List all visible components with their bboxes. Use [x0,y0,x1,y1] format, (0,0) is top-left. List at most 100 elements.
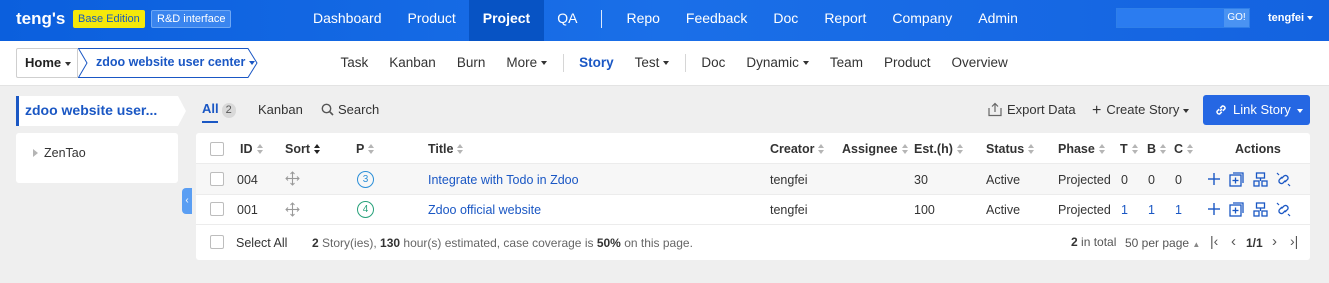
col-t-label: T [1120,142,1128,156]
caret-down-icon [65,61,72,66]
tab-test[interactable]: Test [624,41,680,85]
nav-report[interactable]: Report [811,0,879,41]
row-checkbox[interactable] [210,202,224,216]
row-status: Active [986,203,1021,217]
story-title-link[interactable]: Zdoo official website [428,203,541,217]
row-checkbox[interactable] [210,172,224,186]
unlink-icon[interactable] [1276,172,1291,190]
col-header-phase[interactable]: Phase [1058,142,1106,156]
col-status-label: Status [986,142,1025,156]
create-story-button[interactable]: + Create Story [1092,102,1190,120]
create-task-icon[interactable] [1207,172,1221,189]
row-phase: Projected [1058,203,1111,217]
batch-create-icon[interactable] [1229,202,1244,220]
col-header-assignee[interactable]: Assignee [842,142,909,156]
col-header-id[interactable]: ID [240,142,264,156]
caret-down-icon [802,61,809,66]
last-page-icon[interactable]: ›| [1290,233,1298,249]
tab-doc[interactable]: Doc [691,41,736,85]
drag-handle-icon[interactable] [285,171,300,189]
col-header-b[interactable]: B [1147,142,1167,156]
tab-product[interactable]: Product [873,41,941,85]
tab-separator [684,54,686,72]
breadcrumb-home[interactable]: Home [16,48,78,78]
unlink-icon[interactable] [1276,202,1291,220]
sort-icon [368,144,375,154]
sidebar-project-title[interactable]: zdoo website user... [16,96,186,126]
global-search-input[interactable]: GO! [1116,8,1250,28]
select-all-checkbox[interactable] [210,235,224,249]
col-header-p[interactable]: P [356,142,375,156]
nav-product[interactable]: Product [395,0,469,41]
tab-more[interactable]: More [496,41,558,85]
prev-page-icon[interactable]: ‹ [1231,233,1236,250]
first-page-icon[interactable]: |‹ [1210,233,1218,249]
interface-badge[interactable]: R&D interface [151,10,232,28]
nav-separator [601,10,603,28]
nav-company[interactable]: Company [879,0,965,41]
caret-down-icon [663,61,670,66]
tab-overview[interactable]: Overview [941,41,1018,85]
breadcrumb-project[interactable]: zdoo website user center [78,48,258,78]
col-id-label: ID [240,142,253,156]
col-header-creator[interactable]: Creator [770,142,825,156]
summary-text-1: Story(ies), [318,236,381,250]
next-page-icon[interactable]: › [1272,233,1277,250]
tab-team[interactable]: Team [819,41,873,85]
col-header-t[interactable]: T [1120,142,1139,156]
user-menu[interactable]: tengfei [1268,12,1314,24]
export-data-button[interactable]: Export Data [987,102,1076,117]
caret-down-icon [1183,108,1190,113]
col-header-c[interactable]: C [1174,142,1194,156]
chevron-left-icon: ‹ [185,195,189,206]
row-id: 001 [237,203,258,217]
story-title-link[interactable]: Integrate with Todo in Zdoo [428,173,579,187]
select-all-label[interactable]: Select All [236,236,287,250]
user-name: tengfei [1268,12,1305,24]
collapse-sidebar-button[interactable]: ‹ [182,188,192,214]
col-header-sort[interactable]: Sort [285,142,321,156]
tab-kanban[interactable]: Kanban [379,41,447,85]
caret-right-icon[interactable] [33,149,38,157]
nav-admin[interactable]: Admin [965,0,1031,41]
link-story-button[interactable]: Link Story [1203,95,1310,125]
breadcrumb-project-label: zdoo website user center [96,55,256,69]
col-header-title[interactable]: Title [428,142,464,156]
select-all-header-checkbox[interactable] [210,142,224,156]
divider [196,224,1310,225]
project-subnav-bar: Home zdoo website user center Task Kanba… [0,41,1329,86]
col-header-status[interactable]: Status [986,142,1035,156]
estimate-icon[interactable] [1253,202,1268,220]
active-filter-underline [202,121,218,123]
nav-project[interactable]: Project [468,0,545,41]
batch-create-icon[interactable] [1229,172,1244,190]
tree-item-zentao[interactable]: ZenTao [44,146,86,160]
search-toggle[interactable]: Search [321,102,379,117]
nav-dashboard[interactable]: Dashboard [300,0,395,41]
create-story-label: Create Story [1106,102,1180,117]
filter-all[interactable]: All 2 [202,101,236,118]
tab-burn[interactable]: Burn [446,41,496,85]
nav-doc[interactable]: Doc [760,0,811,41]
nav-feedback[interactable]: Feedback [673,0,760,41]
sidebar-tree: ZenTao [16,133,178,183]
nav-qa[interactable]: QA [544,0,590,41]
drag-handle-icon[interactable] [285,202,300,220]
estimate-icon[interactable] [1253,172,1268,190]
row-status: Active [986,173,1021,187]
create-task-icon[interactable] [1207,202,1221,219]
search-go-button[interactable]: GO! [1224,9,1249,27]
brand-logo[interactable]: teng's [16,9,65,29]
row-tasks-link[interactable]: 1 [1121,203,1128,217]
per-page-select[interactable]: 50 per page ▲ [1125,236,1200,250]
tab-story[interactable]: Story [569,41,625,85]
col-assignee-label: Assignee [842,142,898,156]
link-icon [1216,105,1226,115]
filter-kanban[interactable]: Kanban [258,102,303,117]
tab-dynamic[interactable]: Dynamic [736,41,820,85]
col-header-est[interactable]: Est.(h) [914,142,964,156]
row-bugs-link[interactable]: 1 [1148,203,1155,217]
tab-task[interactable]: Task [330,41,379,85]
row-cases-link[interactable]: 1 [1175,203,1182,217]
nav-repo[interactable]: Repo [613,0,672,41]
